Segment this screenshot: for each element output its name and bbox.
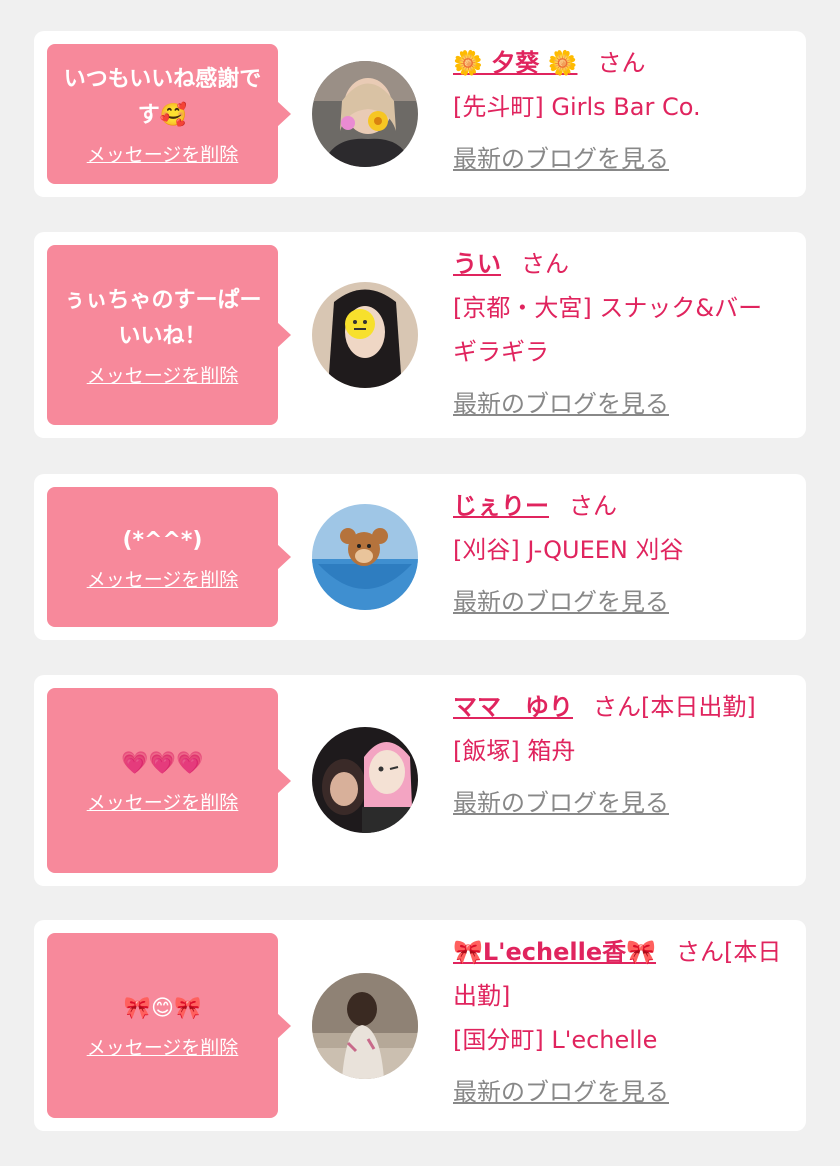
shop-name: [刈谷] J-QUEEN 刈谷 [453, 536, 684, 564]
avatar[interactable] [312, 504, 418, 610]
latest-blog-link[interactable]: 最新のブログを見る [453, 137, 792, 181]
honorific: さん [597, 49, 646, 77]
message-list: いつもいいね感謝です🥰 メッセージを削除 🌼 夕葵 🌼 さん [先斗町] Girl… [0, 0, 840, 1166]
shop-name: [国分町] L'echelle [453, 1026, 658, 1054]
honorific: さん [521, 250, 569, 278]
message-bubble: (*^^*) メッセージを削除 [47, 487, 291, 627]
delete-message-link[interactable]: メッセージを削除 [87, 361, 239, 388]
latest-blog-link[interactable]: 最新のブログを見る [453, 781, 792, 825]
message-card: いつもいいね感謝です🥰 メッセージを削除 🌼 夕葵 🌼 さん [先斗町] Girl… [34, 31, 806, 197]
message-bubble: いつもいいね感謝です🥰 メッセージを削除 [47, 44, 291, 184]
honorific: さん [676, 938, 725, 966]
message-text: いつもいいね感謝です🥰 [63, 66, 262, 128]
cast-name-link[interactable]: うい [453, 250, 501, 278]
cast-info: 🎀L'echelle香🎀 さん[本日出勤] [国分町] L'echelle 最新の… [453, 930, 792, 1114]
cast-info: うい さん [京都・大宮] スナック&バー ギラギラ 最新のブログを見る [453, 242, 792, 426]
cast-name-link[interactable]: 🌼 夕葵 🌼 [453, 49, 577, 77]
message-card: (*^^*) メッセージを削除 じぇりー さん [刈谷] J-QUEEN 刈谷 最… [34, 474, 806, 640]
message-card: 🎀😊🎀 メッセージを削除 🎀L'echelle香🎀 さん[本日出勤] [国分町] … [34, 920, 806, 1131]
delete-message-link[interactable]: メッセージを削除 [87, 788, 239, 815]
latest-blog-link[interactable]: 最新のブログを見る [453, 1070, 792, 1114]
cast-info: 🌼 夕葵 🌼 さん [先斗町] Girls Bar Co. 最新のブログを見る [453, 41, 792, 181]
message-bubble: ぅぃちゃのすーぱーいいね！ メッセージを削除 [47, 245, 291, 425]
latest-blog-link[interactable]: 最新のブログを見る [453, 382, 792, 426]
cast-info: じぇりー さん [刈谷] J-QUEEN 刈谷 最新のブログを見る [453, 484, 792, 624]
cast-name-link[interactable]: ママ ゆり [453, 693, 573, 721]
message-bubble: 🎀😊🎀 メッセージを削除 [47, 933, 291, 1118]
cast-info: ママ ゆり さん[本日出勤] [飯塚] 箱舟 最新のブログを見る [453, 685, 792, 825]
shop-name: [飯塚] 箱舟 [453, 737, 576, 765]
message-card: ぅぃちゃのすーぱーいいね！ メッセージを削除 うい さん [京都・大宮] スナック… [34, 232, 806, 438]
avatar[interactable] [312, 282, 418, 388]
cast-name-link[interactable]: じぇりー [453, 492, 549, 520]
delete-message-link[interactable]: メッセージを削除 [87, 140, 239, 167]
status-badge: [本日出勤] [641, 693, 756, 721]
shop-name: [先斗町] Girls Bar Co. [453, 93, 701, 121]
honorific: さん [569, 492, 617, 520]
avatar[interactable] [312, 727, 418, 833]
avatar[interactable] [312, 61, 418, 167]
latest-blog-link[interactable]: 最新のブログを見る [453, 580, 792, 624]
message-text: (*^^*) [122, 527, 203, 553]
delete-message-link[interactable]: メッセージを削除 [87, 565, 239, 592]
message-text: 🎀😊🎀 [123, 996, 202, 1021]
cast-name-link[interactable]: 🎀L'echelle香🎀 [453, 938, 656, 966]
shop-name: [京都・大宮] スナック&バー ギラギラ [453, 294, 763, 366]
message-card: 💗💗💗 メッセージを削除 ママ ゆり さん[本日出勤] [飯塚] 箱舟 最新のブロ… [34, 675, 806, 886]
message-text: ぅぃちゃのすーぱーいいね！ [63, 287, 262, 349]
message-bubble: 💗💗💗 メッセージを削除 [47, 688, 291, 873]
delete-message-link[interactable]: メッセージを削除 [87, 1033, 239, 1060]
honorific: さん [593, 693, 641, 721]
message-text: 💗💗💗 [121, 751, 204, 776]
avatar[interactable] [312, 973, 418, 1079]
